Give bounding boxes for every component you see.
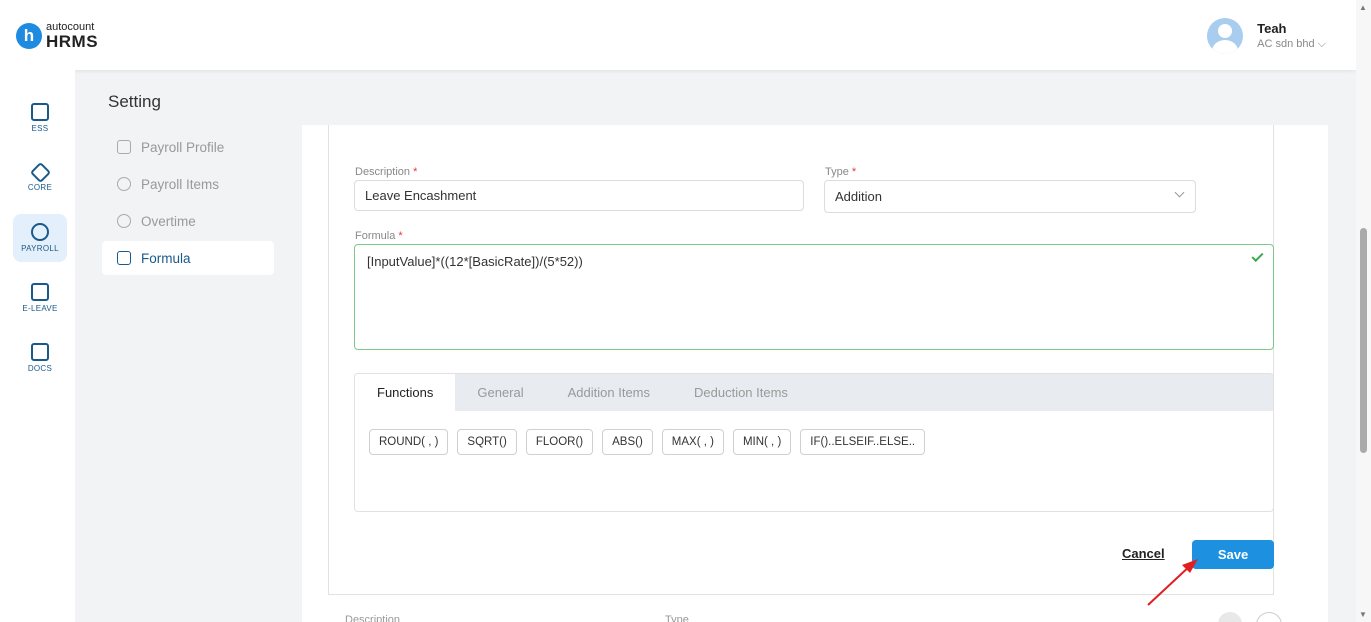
type-select[interactable]: Addition: [824, 180, 1196, 213]
submenu-formula[interactable]: Formula: [102, 241, 274, 275]
setting-submenu: Payroll Profile Payroll Items Overtime F…: [102, 130, 274, 278]
nav-label: DOCS: [27, 364, 53, 373]
sqrt-function-button[interactable]: SQRT(): [457, 429, 517, 455]
check-icon: [1251, 249, 1264, 263]
module-sidebar: ESS CORE PAYROLL E-LEAVE DOCS: [0, 70, 75, 622]
description-label: Description *: [355, 166, 418, 178]
min-function-button[interactable]: MIN( , ): [732, 429, 792, 455]
clock-icon: [117, 214, 131, 228]
tab-general[interactable]: General: [455, 374, 545, 411]
calendar-icon: [31, 283, 49, 301]
nav-label: ESS: [31, 124, 49, 133]
scroll-down-icon[interactable]: ▼: [1359, 610, 1367, 619]
floor-function-button[interactable]: FLOOR(): [525, 429, 594, 455]
core-icon: [29, 161, 51, 183]
nav-ess[interactable]: ESS: [13, 94, 67, 142]
logo-mark: h: [16, 23, 42, 49]
payroll-icon: [31, 223, 49, 241]
annotation-arrow-icon: [1147, 559, 1198, 606]
nav-docs[interactable]: DOCS: [13, 334, 67, 382]
formula-icon: [117, 251, 131, 265]
submenu-label: Payroll Items: [141, 176, 220, 192]
list-header-description: Description: [345, 614, 401, 622]
nav-label: PAYROLL: [21, 244, 59, 253]
user-company[interactable]: AC sdn bhd ⌵: [1257, 38, 1326, 51]
function-buttons: ROUND( , ) SQRT() FLOOR() ABS() MAX( , )…: [369, 429, 934, 455]
formula-text: [InputValue]*((12*[BasicRate])/(5*52)): [367, 254, 583, 269]
type-select-value: Addition: [835, 189, 882, 204]
nav-core[interactable]: CORE: [13, 154, 67, 202]
docs-icon: [31, 343, 49, 361]
coins-icon: [117, 177, 131, 191]
abs-function-button[interactable]: ABS(): [602, 429, 653, 455]
save-button[interactable]: Save: [1192, 540, 1274, 569]
nav-label: E-LEAVE: [22, 304, 58, 313]
round-function-button[interactable]: ROUND( , ): [369, 429, 449, 455]
submenu-payroll-profile[interactable]: Payroll Profile: [102, 130, 274, 164]
submenu-label: Formula: [141, 250, 191, 266]
profile-icon: [117, 140, 131, 154]
tab-bar: Functions General Addition Items Deducti…: [355, 374, 1273, 411]
avatar[interactable]: [1207, 18, 1244, 54]
submenu-overtime[interactable]: Overtime: [102, 204, 274, 238]
user-menu[interactable]: Teah AC sdn bhd ⌵: [1207, 18, 1326, 54]
page-scrollbar[interactable]: ▲ ▼: [1356, 0, 1371, 622]
if-function-button[interactable]: IF()..ELSEIF..ELSE..: [800, 429, 926, 455]
tab-functions[interactable]: Functions: [355, 374, 456, 411]
formula-textarea[interactable]: [InputValue]*((12*[BasicRate])/(5*52)): [354, 244, 1274, 350]
scroll-up-icon[interactable]: ▲: [1359, 3, 1367, 12]
max-function-button[interactable]: MAX( , ): [661, 429, 724, 455]
submenu-label: Payroll Profile: [141, 139, 225, 155]
ess-icon: [31, 103, 49, 121]
top-header: h autocount HRMS Teah AC sdn bhd ⌵: [0, 0, 1356, 70]
nav-label: CORE: [27, 182, 53, 192]
type-label: Type *: [825, 166, 857, 178]
formula-helper-panel: Functions General Addition Items Deducti…: [354, 373, 1274, 512]
page-title: Setting: [108, 92, 161, 111]
scrollbar-thumb[interactable]: [1360, 228, 1367, 453]
nav-e-leave[interactable]: E-LEAVE: [13, 274, 67, 322]
tab-deduction-items[interactable]: Deduction Items: [672, 374, 810, 411]
tab-addition-items[interactable]: Addition Items: [546, 374, 672, 411]
chevron-down-icon: [1174, 187, 1185, 198]
nav-payroll[interactable]: PAYROLL: [13, 214, 67, 262]
app-logo[interactable]: h autocount HRMS: [16, 22, 98, 50]
description-input[interactable]: Leave Encashment: [354, 180, 804, 211]
submenu-label: Overtime: [141, 213, 196, 229]
user-name: Teah: [1257, 21, 1287, 36]
formula-label: Formula *: [355, 230, 403, 242]
list-header-type: Type: [665, 614, 689, 622]
submenu-payroll-items[interactable]: Payroll Items: [102, 167, 274, 201]
logo-title: HRMS: [46, 32, 99, 51]
